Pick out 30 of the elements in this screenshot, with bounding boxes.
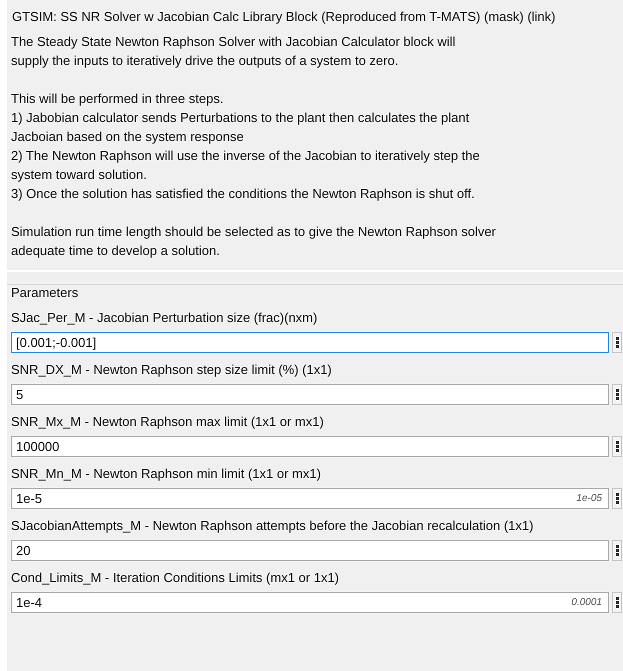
- more-button[interactable]: [612, 540, 622, 561]
- parameter-label: Cond_Limits_M - Iteration Conditions Limits (mx1 or 1x1): [11, 569, 340, 587]
- parameter-label: SNR_Mx_M - Newton Raphson max limit (1x1 or mx1): [11, 413, 325, 431]
- description-paragraph: Simulation run time length should be selected as to give the Newton Raphson solver adequate time to develop a solution.: [11, 223, 497, 260]
- parameter-label: SJac_Per_M - Jacobian Perturbation size (frac)(nxm): [11, 309, 318, 327]
- more-button[interactable]: [612, 592, 622, 613]
- input-field[interactable]: 1e-5 1e-05: [11, 488, 609, 509]
- input-field[interactable]: 5: [11, 384, 609, 405]
- parameter-label: SNR_DX_M - Newton Raphson step size limit (%) (1x1): [11, 361, 333, 379]
- more-button[interactable]: [612, 384, 622, 405]
- block-title: GTSIM: SS NR Solver w Jacobian Calc Library Block (Reproduced from T-MATS) (mask) (link): [11, 8, 556, 26]
- kebab-icon: [616, 389, 618, 400]
- parameter-label: SNR_Mn_M - Newton Raphson min limit (1x1 or mx1): [11, 465, 322, 483]
- parameter-label: SJacobianAttempts_M - Newton Raphson attempts before the Jacobian recalculation (1x1): [11, 517, 534, 535]
- input-field[interactable]: [0.001;-0.001]: [11, 332, 609, 353]
- more-button[interactable]: [612, 436, 622, 457]
- kebab-icon: [616, 597, 618, 608]
- input-field[interactable]: 1e-4 0.0001: [11, 592, 609, 613]
- evaluated-value: 0.0001: [571, 597, 602, 608]
- kebab-icon: [616, 493, 618, 504]
- input-field[interactable]: 100000: [11, 436, 609, 457]
- description-paragraph: This will be performed in three steps. 1) Jabobian calculator sends Perturbations to the plant then calculates the plant Jacboian based on the system response 2) The Newton Raphson will use the inverse of the Jacobian to iteratively step the system toward solution. 3) Once the solution has satisfied the conditions the Newton Raphson is shut off.: [11, 90, 481, 203]
- kebab-icon: [616, 337, 618, 348]
- kebab-icon: [616, 441, 618, 452]
- more-button[interactable]: [612, 332, 622, 353]
- description-paragraph: The Steady State Newton Raphson Solver with Jacobian Calculator block will supply the inputs to iteratively drive the outputs of a system to zero.: [11, 33, 456, 70]
- evaluated-value: 1e-05: [576, 493, 602, 504]
- more-button[interactable]: [612, 488, 622, 509]
- kebab-icon: [616, 545, 618, 556]
- input-field[interactable]: 20: [11, 540, 609, 561]
